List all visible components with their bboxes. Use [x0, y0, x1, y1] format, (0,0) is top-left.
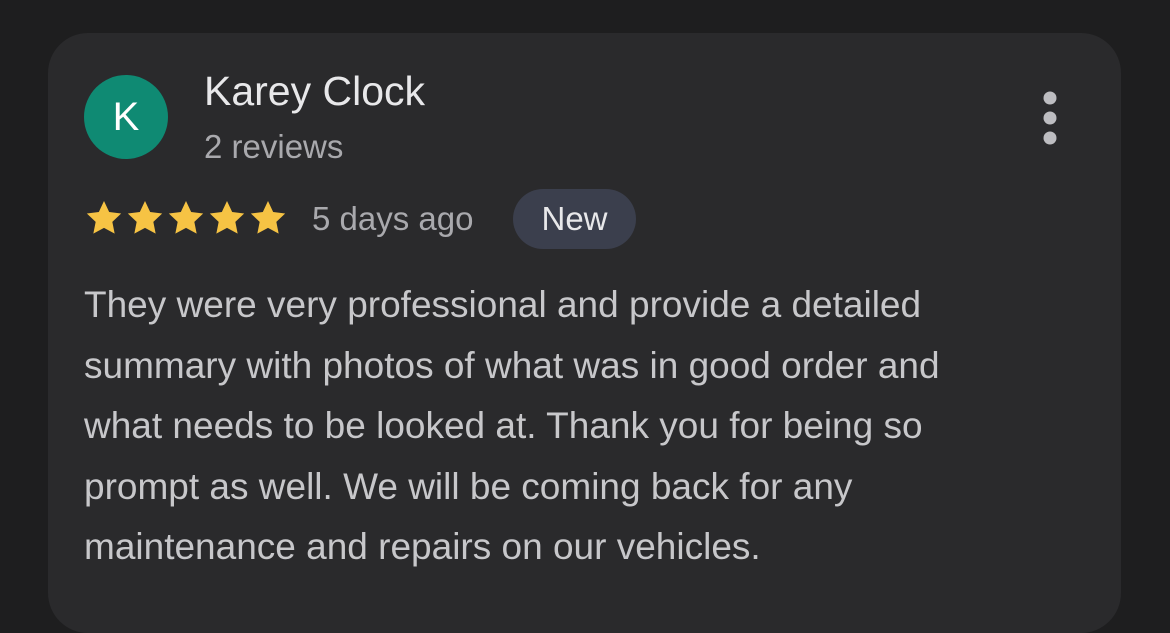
star-icon [168, 201, 204, 234]
review-text-line: what needs to be looked at. Thank you fo… [84, 405, 923, 446]
star-rating [84, 198, 288, 238]
star-icon [209, 201, 245, 234]
new-badge: New [513, 189, 636, 249]
review-text-line: prompt as well. We will be coming back f… [84, 465, 853, 507]
review-text-line: They were very professional and provide … [84, 284, 922, 325]
review-date: 5 days ago [312, 200, 474, 237]
reviewer-review-count: 2 reviews [204, 128, 344, 165]
review-text-line: maintenance and repairs on our vehicles. [84, 526, 761, 567]
star-icon [86, 201, 122, 234]
reviewer-name[interactable]: Karey Clock [204, 66, 425, 116]
star-icon [250, 201, 286, 234]
star-icon [127, 201, 163, 234]
more-vert-icon [1043, 91, 1057, 145]
more-options-button[interactable] [1028, 88, 1072, 148]
review-text-line: summary with photos of what was in good … [84, 344, 940, 386]
review-text: They were very professional and provide … [84, 275, 1094, 578]
avatar[interactable]: K [84, 75, 168, 159]
